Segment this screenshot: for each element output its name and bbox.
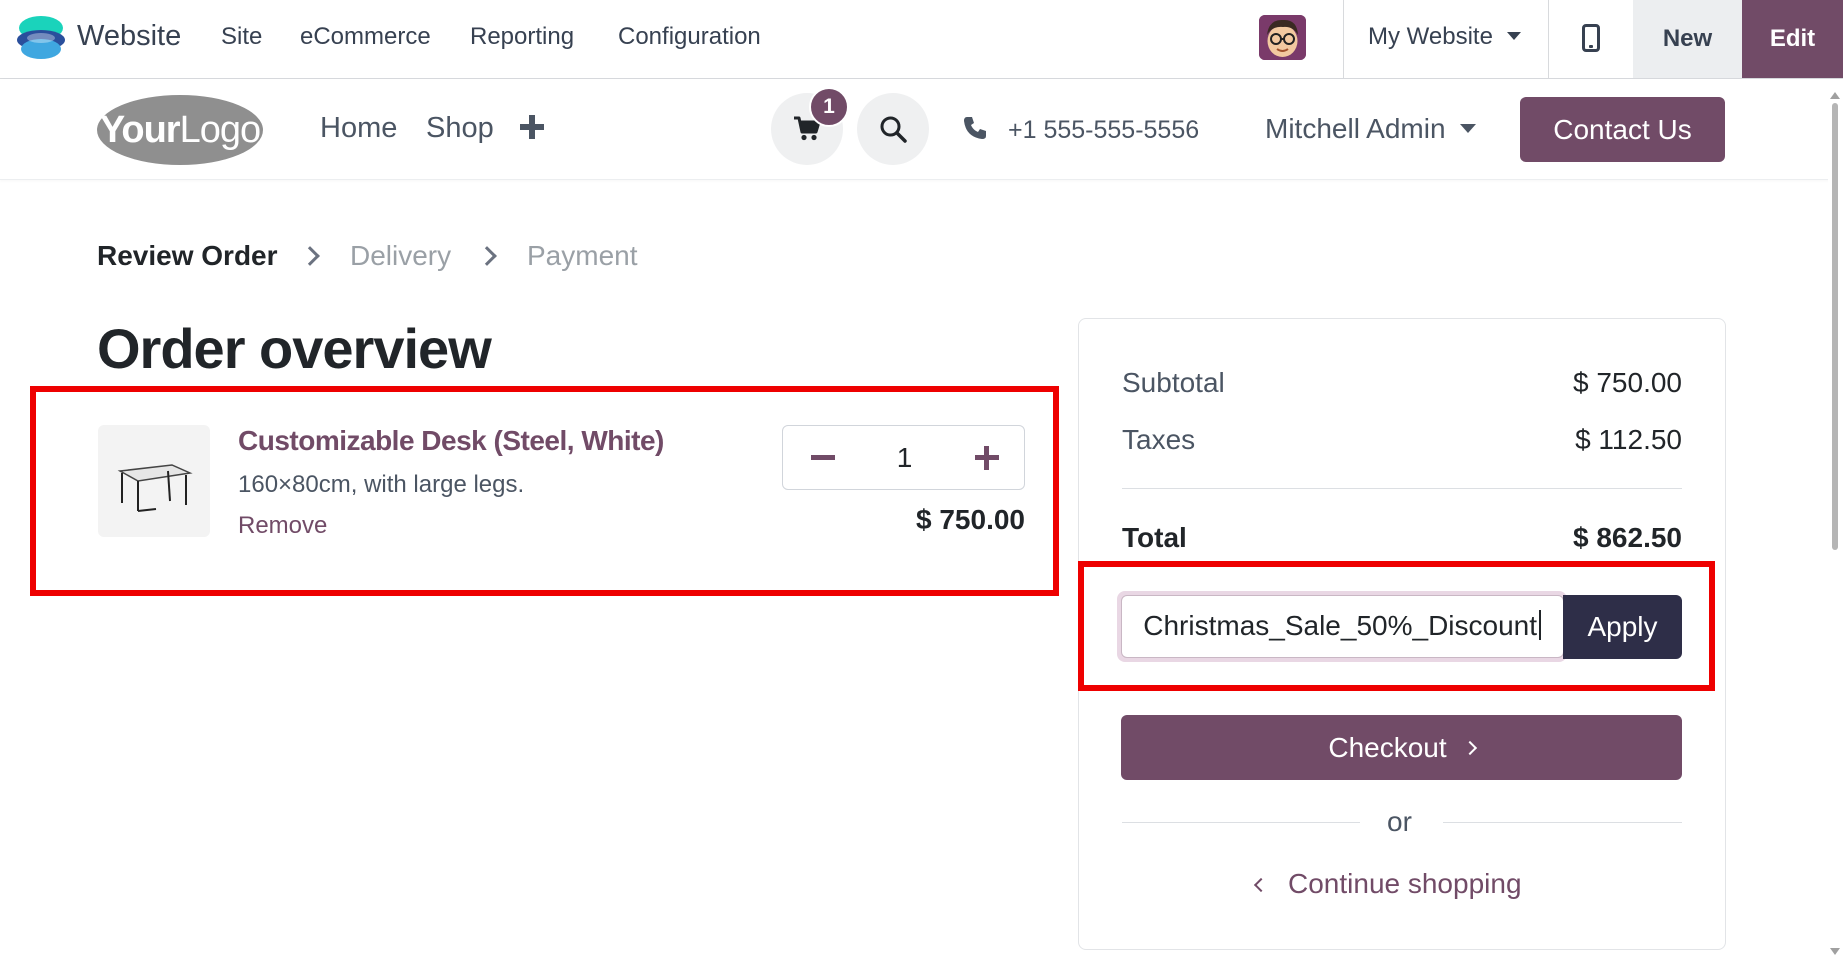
caret-down-icon: [1459, 124, 1476, 133]
caret-down-icon: [1506, 32, 1521, 40]
chevron-right-icon: [477, 246, 497, 266]
product-name-link[interactable]: Customizable Desk (Steel, White): [238, 425, 664, 457]
product-image[interactable]: [98, 425, 210, 537]
chevron-right-icon: [1462, 740, 1477, 755]
text-cursor: [1539, 610, 1541, 640]
or-divider-right: [1443, 822, 1682, 823]
backend-navbar: Website Site eCommerce Reporting Configu…: [0, 0, 1843, 79]
scroll-up-arrow-icon[interactable]: [1830, 92, 1840, 99]
taxes-label: Taxes: [1122, 424, 1196, 455]
menu-site[interactable]: Site: [221, 23, 262, 51]
app-name[interactable]: Website: [77, 20, 181, 53]
quantity-input[interactable]: 1: [863, 442, 946, 474]
topbar-divider: [1343, 0, 1344, 79]
logo-text-light: Logo: [179, 108, 262, 151]
scroll-down-arrow-icon[interactable]: [1830, 948, 1840, 955]
line-price: $ 750.00: [916, 504, 1025, 535]
search-button[interactable]: [857, 93, 929, 165]
page-title: Order overview: [97, 317, 492, 380]
subtotal-value: $ 750.00: [1573, 367, 1682, 398]
apply-button[interactable]: Apply: [1563, 595, 1682, 659]
contact-us-button[interactable]: Contact Us: [1520, 97, 1725, 162]
phone-icon: [964, 117, 986, 139]
user-menu[interactable]: Mitchell Admin: [1265, 113, 1476, 145]
nav-shop[interactable]: Shop: [426, 112, 494, 145]
menu-reporting[interactable]: Reporting: [470, 23, 574, 51]
or-label: or: [1387, 806, 1412, 837]
total-label: Total: [1122, 522, 1187, 553]
plus-icon[interactable]: [946, 426, 1026, 489]
topbar-divider: [1548, 0, 1549, 79]
user-name: Mitchell Admin: [1265, 113, 1446, 144]
step-review-order: Review Order: [97, 240, 278, 271]
menu-ecommerce[interactable]: eCommerce: [300, 23, 431, 51]
product-description: 160×80cm, with large legs.: [238, 471, 525, 498]
cart-count-badge: 1: [809, 87, 849, 127]
chevron-right-icon: [300, 246, 320, 266]
or-divider-left: [1122, 822, 1360, 823]
logo-text-bold: Your: [99, 108, 181, 151]
promo-code-value: Christmas_Sale_50%_Discount: [1143, 610, 1537, 641]
checkout-label: Checkout: [1328, 731, 1447, 763]
step-payment: Payment: [527, 240, 638, 271]
edit-button[interactable]: Edit: [1742, 0, 1843, 78]
summary-divider: [1122, 488, 1682, 489]
scrollbar-thumb[interactable]: [1832, 103, 1838, 550]
new-button[interactable]: New: [1633, 0, 1742, 78]
user-avatar[interactable]: [1259, 15, 1306, 60]
subtotal-label: Subtotal: [1122, 367, 1225, 398]
step-delivery: Delivery: [350, 240, 452, 271]
remove-link[interactable]: Remove: [238, 512, 327, 540]
taxes-value: $ 112.50: [1575, 424, 1682, 455]
minus-icon[interactable]: [783, 426, 863, 489]
website-selector[interactable]: My Website: [1368, 23, 1521, 51]
mobile-preview-icon[interactable]: [1582, 24, 1600, 52]
chevron-left-icon: [1253, 877, 1269, 893]
continue-shopping-label: Continue shopping: [1288, 868, 1522, 899]
checkout-button[interactable]: Checkout: [1121, 715, 1682, 780]
website-app-icon[interactable]: [16, 14, 66, 62]
site-logo[interactable]: Your Logo: [97, 95, 263, 165]
website-header: Your Logo Home Shop 1 +1 555-555-5556 Mit…: [0, 79, 1843, 180]
phone-number[interactable]: +1 555-555-5556: [1008, 116, 1199, 145]
search-icon: [880, 116, 907, 143]
promo-code-input[interactable]: Christmas_Sale_50%_Discount: [1121, 595, 1564, 658]
quantity-stepper: 1: [782, 425, 1025, 490]
nav-home[interactable]: Home: [320, 112, 397, 145]
website-selector-label: My Website: [1368, 23, 1493, 50]
total-value: $ 862.50: [1573, 522, 1682, 553]
menu-configuration[interactable]: Configuration: [618, 23, 761, 51]
add-menu-item-icon[interactable]: [520, 115, 544, 139]
continue-shopping-link[interactable]: Continue shopping: [1253, 868, 1522, 900]
